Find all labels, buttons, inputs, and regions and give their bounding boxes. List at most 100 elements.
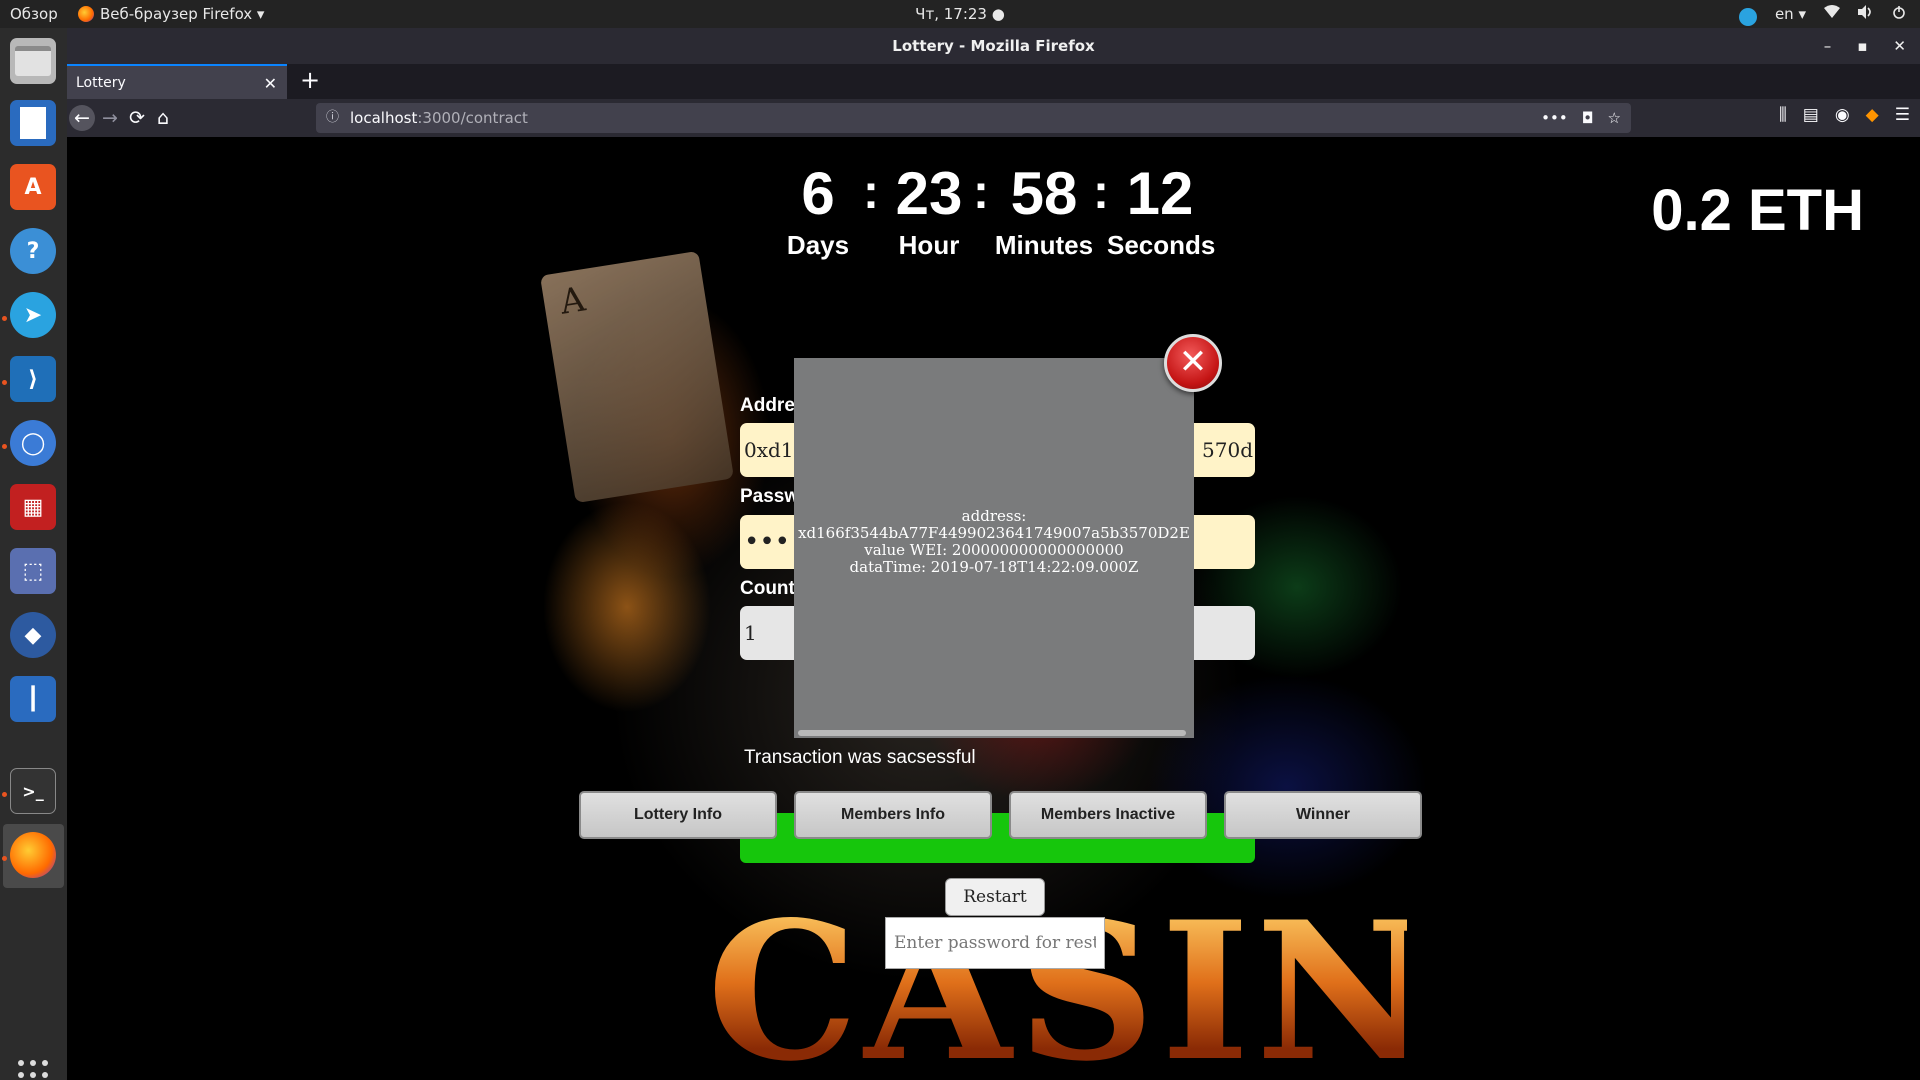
window-title: Lottery - Mozilla Firefox: [892, 37, 1095, 55]
library-icon[interactable]: ⫼: [1779, 105, 1787, 125]
volume-icon[interactable]: [1858, 0, 1874, 28]
clock[interactable]: Чт, 17:23 ●: [915, 0, 1005, 28]
countdown-seconds: 12 Seconds: [1107, 159, 1216, 261]
terminal-icon[interactable]: >_: [10, 768, 56, 814]
transaction-status: Transaction was sacsessful: [744, 747, 976, 768]
modal-address-value: xd166f3544bA77F4499023641749007a5b3570D2…: [798, 524, 1190, 542]
modal-value-wei: value WEI: 200000000000000000: [864, 541, 1124, 559]
modal-close-icon[interactable]: ✕: [1164, 334, 1222, 392]
account-icon[interactable]: ◉: [1835, 105, 1850, 125]
writer-icon[interactable]: [10, 100, 56, 146]
pocket-icon[interactable]: ◘: [1582, 103, 1594, 133]
modal-address-label: address:: [961, 507, 1027, 525]
url-actions: ••• ◘ ☆: [1541, 103, 1621, 133]
url-host: localhost: [350, 109, 418, 127]
firefox-icon: [78, 6, 94, 22]
telegram-tray-icon[interactable]: [1738, 8, 1757, 26]
tab-strip: Lottery ✕ +: [67, 64, 1920, 99]
tab-lottery[interactable]: Lottery ✕: [67, 64, 287, 99]
dock: A ? ➤ ⟩ ◯ ▦ ⬚ ◆ ┃ >_: [0, 28, 67, 1080]
password-label: Passw: [740, 486, 800, 507]
site-info-icon[interactable]: ⓘ: [326, 103, 339, 133]
lottery-info-button[interactable]: Lottery Info: [579, 791, 777, 839]
countdown-hours: 23 Hour: [887, 159, 971, 261]
window-titlebar: Lottery - Mozilla Firefox – ▪ ✕: [67, 28, 1920, 64]
back-icon[interactable]: ←: [69, 105, 95, 131]
url-bar[interactable]: ⓘ localhost:3000/contract ••• ◘ ☆: [316, 103, 1631, 133]
seconds-value: 12: [1126, 160, 1194, 227]
forward-icon[interactable]: →: [97, 105, 123, 131]
separator: :: [863, 166, 879, 219]
window-controls: – ▪ ✕: [1824, 28, 1906, 64]
extension-icon[interactable]: ◆: [1866, 105, 1879, 125]
minimize-icon[interactable]: –: [1824, 28, 1832, 64]
modal-body: address: xd166f3544bA77F4499023641749007…: [794, 508, 1194, 576]
vscode-icon[interactable]: ⟩: [10, 356, 56, 402]
running-indicator: [2, 856, 7, 861]
app-icon[interactable]: ▦: [10, 484, 56, 530]
power-icon[interactable]: [1892, 0, 1906, 28]
page-actions-icon[interactable]: •••: [1541, 103, 1568, 133]
seconds-label: Seconds: [1107, 230, 1216, 260]
days-label: Days: [786, 230, 850, 260]
tab-label: Lottery: [76, 75, 126, 91]
toolbar-right: ⫼ ▤ ◉ ◆ ☰: [1779, 105, 1910, 125]
minutes-value: 58: [1010, 160, 1078, 227]
ace-card-image: A: [539, 250, 735, 504]
bookmark-star-icon[interactable]: ☆: [1608, 103, 1621, 133]
system-tray[interactable]: en ▾: [1738, 0, 1906, 28]
help-icon[interactable]: ?: [10, 228, 56, 274]
chromium-icon[interactable]: ◯: [10, 420, 56, 466]
restart-button[interactable]: Restart: [945, 878, 1045, 916]
activities-button[interactable]: Обзор: [10, 0, 58, 28]
minutes-label: Minutes: [994, 230, 1094, 260]
count-label: Count: [740, 578, 795, 599]
screenshot-icon[interactable]: ⬚: [10, 548, 56, 594]
restart-password-input[interactable]: [885, 917, 1105, 969]
transaction-modal: address: xd166f3544bA77F4499023641749007…: [794, 358, 1194, 738]
info-buttons: Lottery Info Members Info Members Inacti…: [579, 791, 1422, 839]
firefox-icon[interactable]: [10, 832, 56, 878]
software-icon[interactable]: A: [10, 164, 56, 210]
countdown-days: 6 Days: [775, 159, 861, 261]
prize-balance: 0.2 ETH: [1651, 178, 1864, 243]
running-indicator: [2, 444, 7, 449]
sidebar-icon[interactable]: ▤: [1803, 105, 1819, 125]
tab-close-icon[interactable]: ✕: [264, 66, 277, 101]
countdown-minutes: 58 Minutes: [991, 159, 1097, 261]
address-value-start: 0xd1: [744, 438, 794, 462]
language-indicator[interactable]: en ▾: [1775, 0, 1806, 28]
new-tab-icon[interactable]: +: [300, 64, 320, 97]
show-applications-icon[interactable]: [18, 1060, 48, 1080]
url-path: :3000/contract: [417, 109, 528, 127]
modal-horizontal-scrollbar[interactable]: [798, 730, 1186, 736]
hours-value: 23: [895, 160, 963, 227]
address-label: Addre: [740, 395, 795, 416]
days-value: 6: [801, 160, 835, 227]
members-inactive-button[interactable]: Members Inactive: [1009, 791, 1207, 839]
ethereum-icon[interactable]: ◆: [10, 612, 56, 658]
reload-icon[interactable]: ⟳: [124, 105, 150, 131]
running-indicator: [2, 792, 7, 797]
app-menu-label: Веб-браузер Firefox ▾: [100, 5, 265, 23]
members-info-button[interactable]: Members Info: [794, 791, 992, 839]
address-value-end: 570d: [1202, 438, 1253, 462]
modal-datetime: dataTime: 2019-07-18T14:22:09.000Z: [849, 558, 1139, 576]
files-icon[interactable]: [10, 38, 56, 84]
hamburger-menu-icon[interactable]: ☰: [1895, 105, 1910, 125]
ruler-icon[interactable]: ┃: [10, 676, 56, 722]
system-top-bar: Обзор Веб-браузер Firefox ▾ Чт, 17:23 ● …: [0, 0, 1920, 28]
maximize-icon[interactable]: ▪: [1857, 28, 1867, 64]
telegram-icon[interactable]: ➤: [10, 292, 56, 338]
running-indicator: [2, 316, 7, 321]
home-icon[interactable]: ⌂: [150, 105, 176, 131]
card-letter: A: [557, 279, 588, 323]
separator: :: [973, 166, 989, 219]
app-menu[interactable]: Веб-браузер Firefox ▾: [78, 0, 264, 28]
winner-button[interactable]: Winner: [1224, 791, 1422, 839]
navigation-toolbar: ← → ⟳ ⌂ ⓘ localhost:3000/contract ••• ◘ …: [67, 99, 1920, 137]
hours-label: Hour: [898, 230, 960, 260]
close-window-icon[interactable]: ✕: [1893, 28, 1906, 64]
running-indicator: [2, 380, 7, 385]
wifi-icon[interactable]: [1824, 0, 1840, 28]
